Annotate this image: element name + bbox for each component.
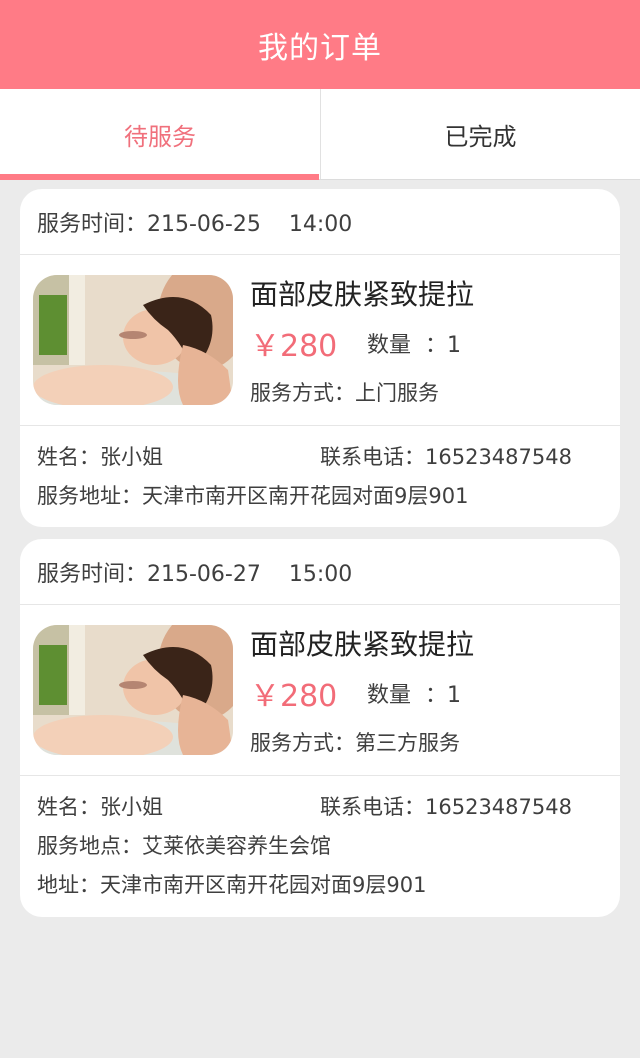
facial-massage-photo	[33, 625, 233, 755]
customer-name: 姓名：张小姐	[37, 795, 163, 819]
customer-info: 姓名：张小姐 联系电话：16523487548 服务地点：艾莱依美容养生会馆 地…	[20, 776, 620, 908]
product-name: 面部皮肤紧致提拉	[250, 278, 475, 311]
product-row[interactable]: 面部皮肤紧致提拉 ￥280 数量 ：1 服务方式：上门服务	[20, 255, 620, 426]
facial-massage-photo	[33, 275, 233, 405]
product-price: ￥280	[250, 329, 338, 364]
info-row: 姓名：张小姐 联系电话：16523487548	[37, 441, 620, 480]
product-quantity: 数量 ：1	[367, 333, 461, 358]
info-row: 姓名：张小姐 联系电话：16523487548	[37, 791, 620, 830]
product-quantity: 数量 ：1	[367, 683, 461, 708]
customer-info: 姓名：张小姐 联系电话：16523487548 服务地址：天津市南开区南开花园对…	[20, 426, 620, 519]
service-address: 服务地址：天津市南开区南开花园对面9层901	[37, 484, 469, 508]
order-tabs: 待服务 已完成	[0, 89, 640, 180]
product-name: 面部皮肤紧致提拉	[250, 628, 475, 661]
service-mode: 服务方式：上门服务	[250, 381, 439, 405]
order-card[interactable]: 服务时间：215-06-27 15:00 面部皮肤紧致提拉 ￥280 数量 ：1…	[20, 539, 620, 917]
customer-phone: 联系电话：16523487548	[320, 445, 572, 469]
product-row[interactable]: 面部皮肤紧致提拉 ￥280 数量 ：1 服务方式：第三方服务	[20, 605, 620, 776]
order-card[interactable]: 服务时间：215-06-25 14:00 面部皮肤紧致提拉 ￥280 数量 ：1…	[20, 189, 620, 527]
page-title: 我的订单	[258, 30, 382, 66]
product-price: ￥280	[250, 679, 338, 714]
service-mode: 服务方式：第三方服务	[250, 731, 460, 755]
service-time: 服务时间：215-06-25 14:00	[20, 189, 620, 255]
tab-pending-service[interactable]: 待服务	[0, 89, 320, 180]
product-image	[33, 275, 233, 405]
app-header: 我的订单	[0, 0, 640, 89]
customer-name: 姓名：张小姐	[37, 445, 163, 469]
service-time: 服务时间：215-06-27 15:00	[20, 539, 620, 605]
tab-completed[interactable]: 已完成	[320, 89, 640, 179]
product-image	[33, 625, 233, 755]
customer-phone: 联系电话：16523487548	[320, 795, 572, 819]
service-address: 地址：天津市南开区南开花园对面9层901	[37, 873, 427, 897]
service-location: 服务地点：艾莱依美容养生会馆	[37, 834, 331, 858]
